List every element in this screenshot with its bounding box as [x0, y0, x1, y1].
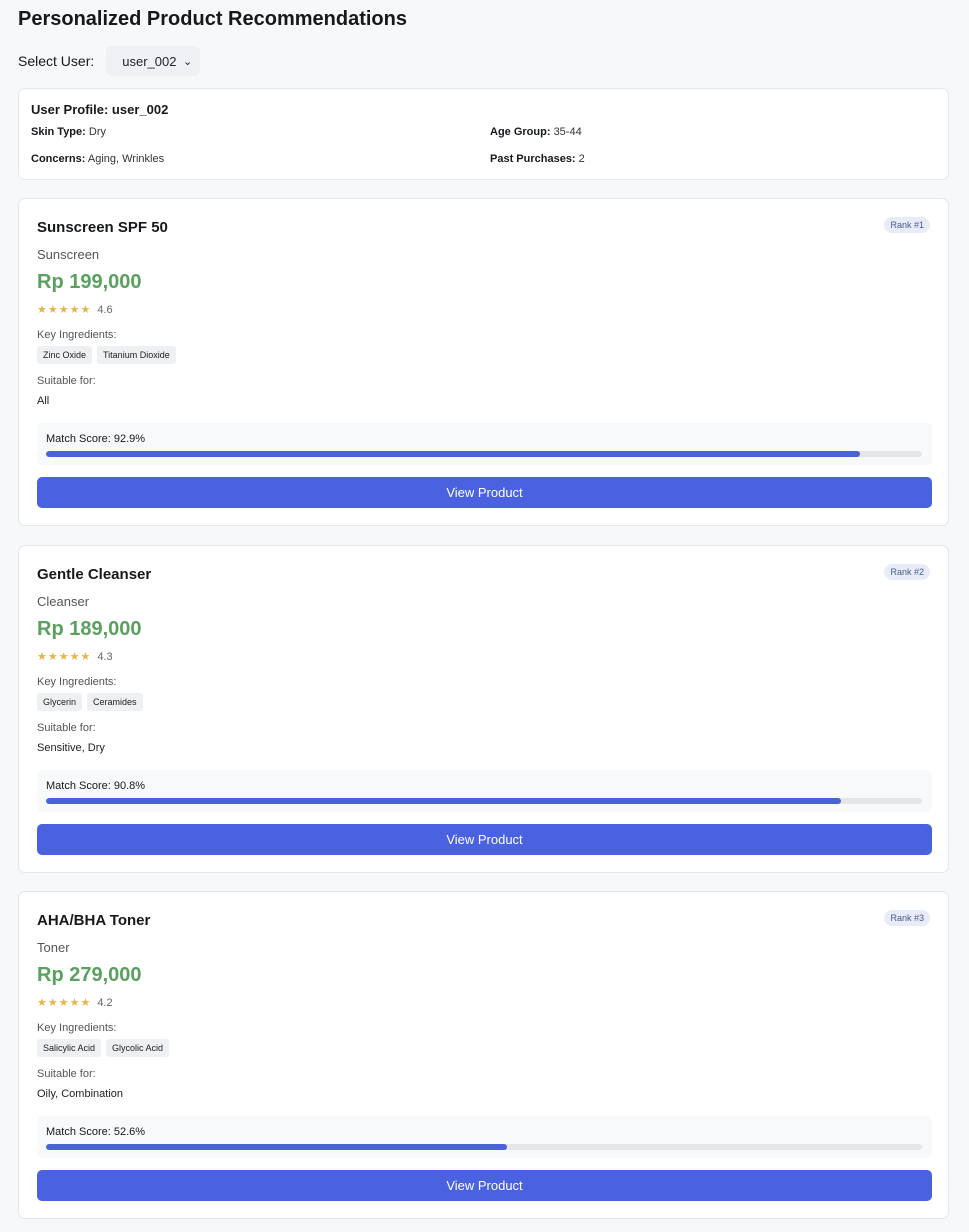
match-score-fill: [46, 451, 860, 457]
select-user-label: Select User:: [18, 53, 95, 69]
star-rating-icon: ★★★★★: [37, 997, 92, 1009]
product-category: Cleanser: [37, 594, 90, 609]
rating-row: ★★★★★ 4.6: [37, 303, 113, 317]
rating-value: 4.2: [97, 996, 113, 1009]
product-price: Rp 279,000: [37, 964, 142, 986]
past-purchases-value: 2: [578, 153, 585, 165]
ingredient-tag: Salicylic Acid: [37, 1039, 102, 1057]
match-score-bar: [46, 1144, 922, 1150]
match-score-bar: [46, 451, 922, 457]
ingredient-tag: Zinc Oxide: [37, 346, 93, 364]
user-select[interactable]: user_002 ⌄: [106, 46, 201, 76]
past-purchases-label: Past Purchases:: [490, 153, 576, 165]
match-score-text: Match Score: 92.9%: [46, 433, 146, 445]
suitable-for-label: Suitable for:: [37, 722, 96, 734]
star-rating-icon: ★★★★★: [37, 651, 92, 663]
profile-title: User Profile: user_002: [31, 102, 169, 117]
match-score-text: Match Score: 90.8%: [46, 780, 146, 792]
ingredient-tags: Glycerin Ceramides: [37, 693, 148, 711]
product-card: AHA/BHA Toner Rank #3 Toner Rp 279,000 ★…: [18, 891, 949, 1219]
match-score-box: Match Score: 52.6%: [37, 1116, 932, 1158]
suitable-for-value: All: [37, 395, 50, 407]
match-score-fill: [46, 798, 842, 804]
ingredient-tag: Titanium Dioxide: [97, 346, 176, 364]
product-price: Rp 189,000: [37, 618, 142, 640]
rank-badge: Rank #2: [884, 564, 930, 580]
view-product-button[interactable]: View Product: [37, 824, 932, 855]
page: Personalized Product Recommendations Sel…: [0, 0, 969, 1232]
ingredient-tags: Salicylic Acid Glycolic Acid: [37, 1039, 174, 1057]
view-product-button[interactable]: View Product: [37, 477, 932, 508]
ingredient-tag: Glycerin: [37, 693, 83, 711]
rank-badge: Rank #3: [884, 910, 930, 926]
age-group-value: 35-44: [553, 126, 582, 138]
product-card: Gentle Cleanser Rank #2 Cleanser Rp 189,…: [18, 545, 949, 873]
product-category: Toner: [37, 940, 70, 955]
user-profile-card: User Profile: user_002 Skin Type: Dry Ag…: [18, 88, 949, 180]
chevron-down-icon: ⌄: [183, 55, 193, 68]
concerns-value: Aging, Wrinkles: [87, 153, 165, 165]
match-score-bar: [46, 798, 922, 804]
profile-past-purchases: Past Purchases: 2: [490, 153, 585, 165]
rank-badge: Rank #1: [884, 217, 930, 233]
rating-row: ★★★★★ 4.2: [37, 996, 113, 1010]
key-ingredients-label: Key Ingredients:: [37, 329, 117, 341]
profile-age-group: Age Group: 35-44: [490, 126, 582, 138]
product-price: Rp 199,000: [37, 271, 142, 293]
concerns-label: Concerns:: [31, 153, 86, 165]
match-score-box: Match Score: 92.9%: [37, 423, 932, 465]
rating-row: ★★★★★ 4.3: [37, 650, 113, 664]
product-category: Sunscreen: [37, 247, 100, 262]
skin-type-label: Skin Type:: [31, 126, 86, 138]
product-name: Gentle Cleanser: [37, 566, 152, 583]
view-product-button[interactable]: View Product: [37, 1170, 932, 1201]
star-rating-icon: ★★★★★: [37, 304, 92, 316]
match-score-box: Match Score: 90.8%: [37, 770, 932, 812]
suitable-for-value: Oily, Combination: [37, 1088, 123, 1100]
match-score-text: Match Score: 52.6%: [46, 1126, 146, 1138]
profile-skin-type: Skin Type: Dry: [31, 126, 106, 138]
page-title: Personalized Product Recommendations: [18, 8, 407, 30]
skin-type-value: Dry: [88, 126, 106, 138]
product-card: Sunscreen SPF 50 Rank #1 Sunscreen Rp 19…: [18, 198, 949, 526]
rating-value: 4.3: [97, 650, 113, 663]
user-selector-row: Select User: user_002 ⌄: [18, 46, 201, 76]
product-name: AHA/BHA Toner: [37, 912, 151, 929]
suitable-for-label: Suitable for:: [37, 375, 96, 387]
key-ingredients-label: Key Ingredients:: [37, 1022, 117, 1034]
match-score-fill: [46, 1144, 507, 1150]
profile-concerns: Concerns: Aging, Wrinkles: [31, 153, 164, 165]
age-group-label: Age Group:: [490, 126, 551, 138]
rating-value: 4.6: [97, 303, 113, 316]
ingredient-tag: Glycolic Acid: [106, 1039, 170, 1057]
key-ingredients-label: Key Ingredients:: [37, 676, 117, 688]
ingredient-tag: Ceramides: [87, 693, 143, 711]
user-select-value: user_002: [122, 53, 177, 69]
suitable-for-value: Sensitive, Dry: [37, 742, 105, 754]
product-name: Sunscreen SPF 50: [37, 219, 168, 236]
suitable-for-label: Suitable for:: [37, 1068, 96, 1080]
ingredient-tags: Zinc Oxide Titanium Dioxide: [37, 346, 181, 364]
